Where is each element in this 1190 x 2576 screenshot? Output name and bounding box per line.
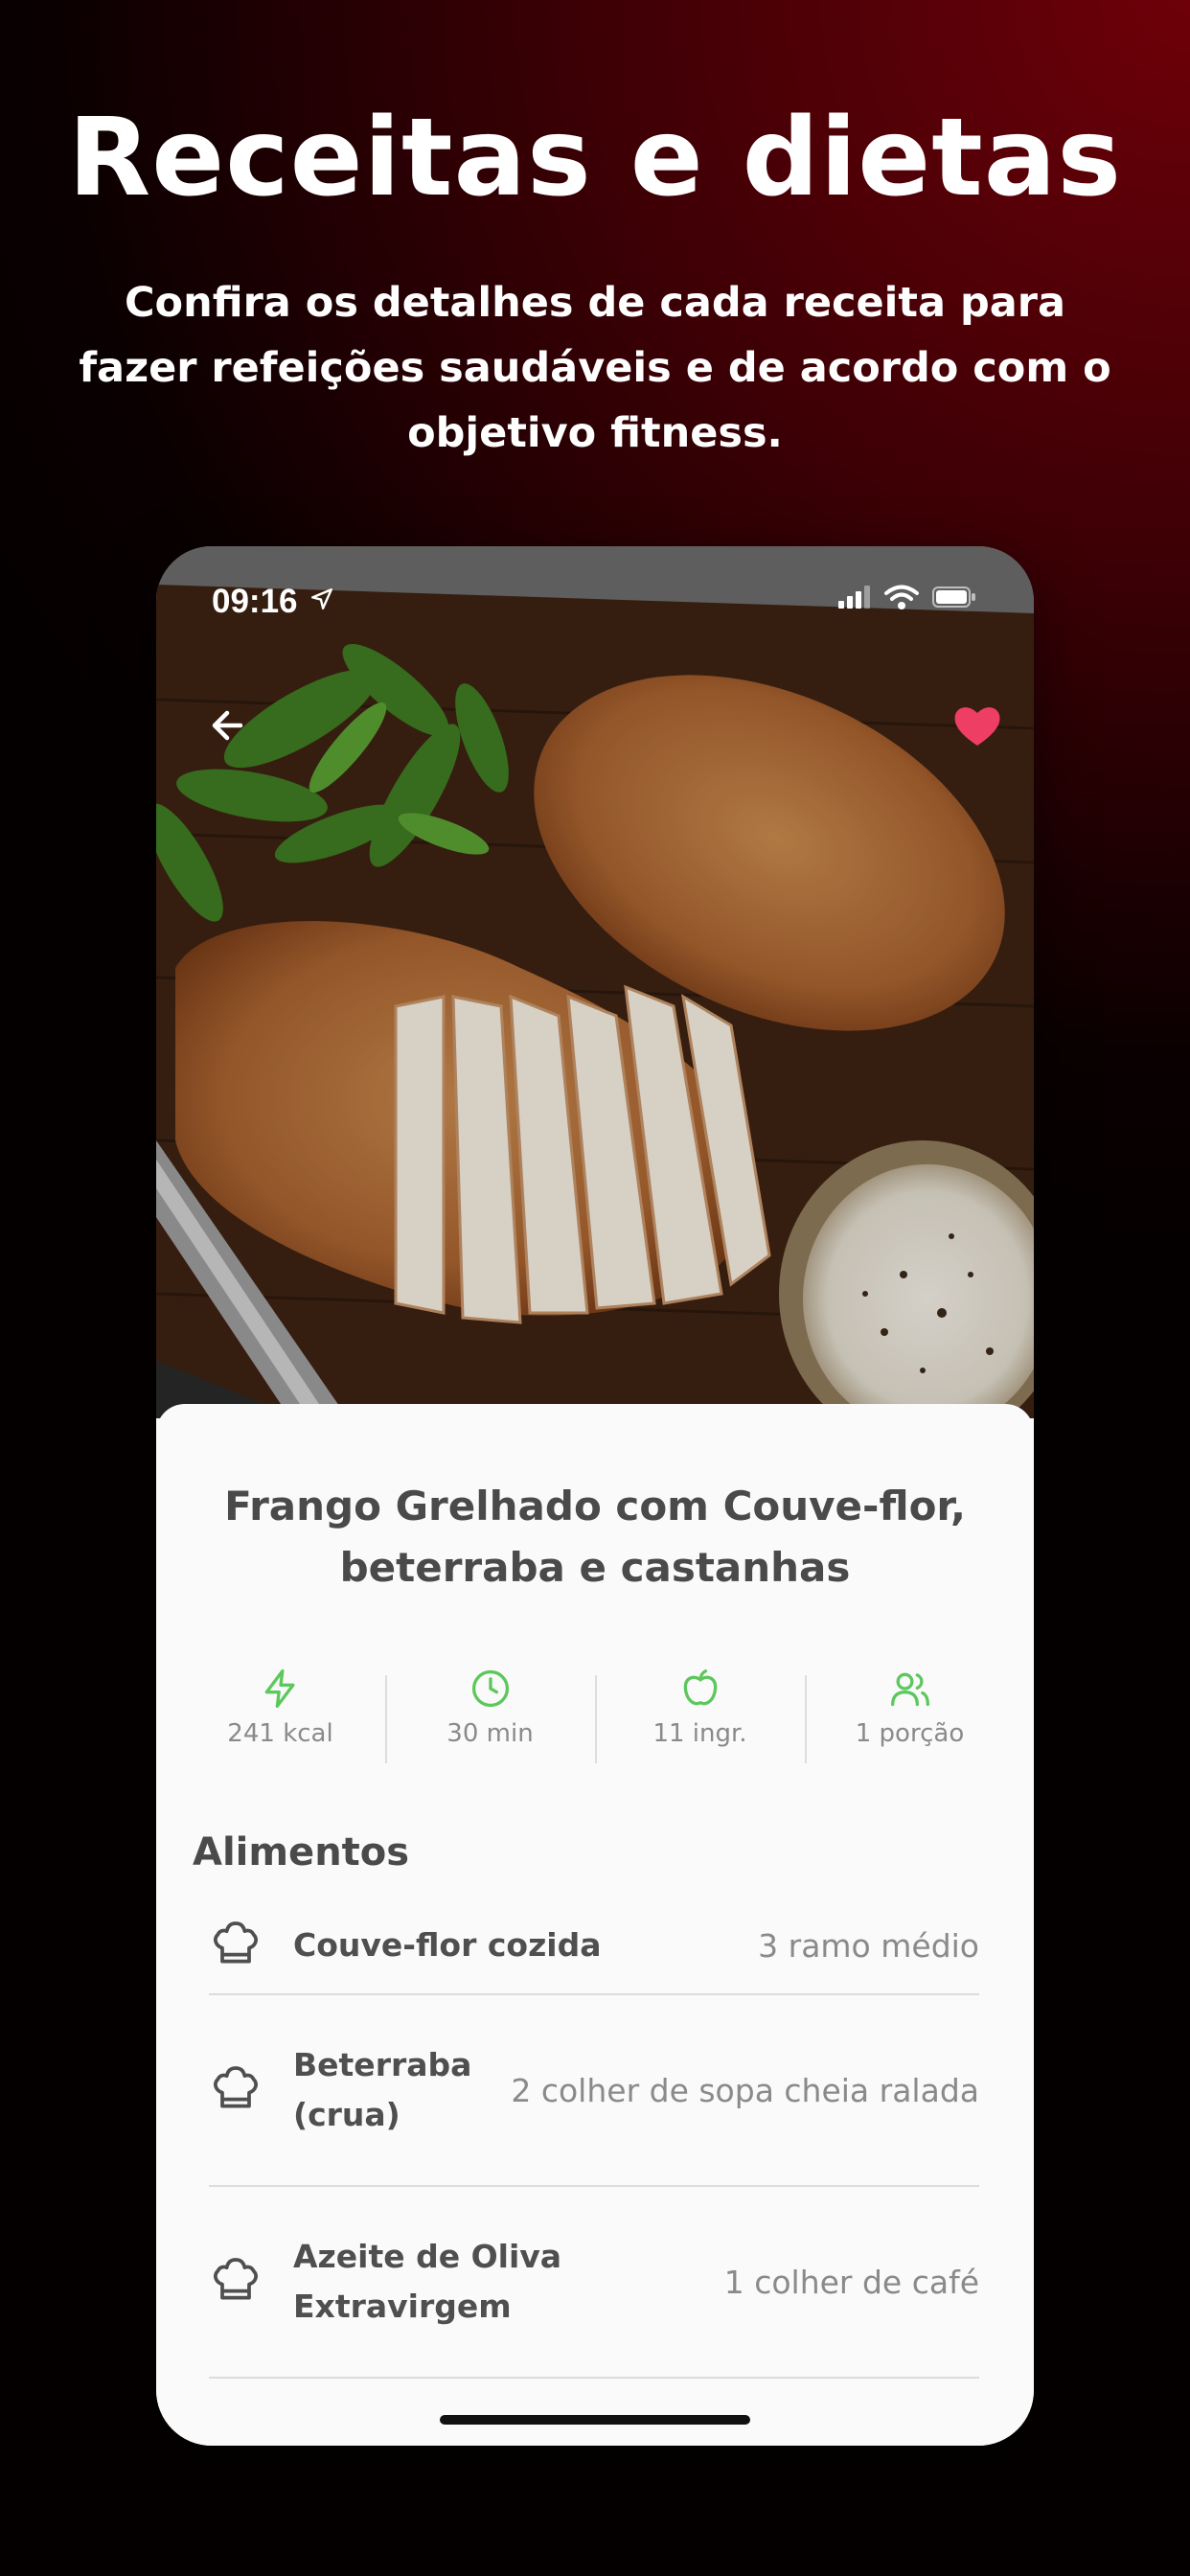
foods-section-title: Alimentos: [193, 1830, 410, 1874]
status-bar: 09:16: [156, 546, 1034, 652]
food-name: Couve-flor cozida: [293, 1926, 602, 1964]
location-arrow-icon: [309, 586, 334, 615]
arrow-left-icon: [193, 710, 263, 765]
phone-mockup: 09:16 Frango Grelhado com Couve-flor, be…: [156, 546, 1034, 2446]
status-time: 09:16: [212, 583, 298, 620]
battery-icon: [932, 586, 976, 612]
favorite-button[interactable]: [942, 690, 1013, 761]
recipe-title: Frango Grelhado com Couve-flor, beterrab…: [224, 1483, 966, 1591]
stat-ingredients: 11 ingr.: [595, 1668, 805, 1763]
lightning-icon: [175, 1668, 385, 1710]
stat-time: 30 min: [385, 1668, 595, 1763]
food-item[interactable]: Azeite de Oliva Extravirgem 1 colher de …: [209, 2187, 979, 2379]
page-subheadline: Confira os detalhes de cada receita para…: [79, 279, 1111, 457]
apple-icon: [595, 1668, 805, 1710]
home-indicator: [440, 2415, 750, 2425]
recipe-photo: [156, 546, 1034, 1418]
clock-icon: [385, 1668, 595, 1710]
food-quantity: 3 ramo médio: [758, 1926, 979, 1965]
chef-hat-icon: [209, 1917, 266, 1974]
food-quantity: 1 colher de café: [723, 2263, 979, 2301]
stat-servings-label: 1 porção: [855, 1719, 965, 1748]
back-button[interactable]: [193, 690, 263, 761]
stat-calories-label: 241 kcal: [227, 1719, 333, 1748]
recipe-stats: 241 kcal 30 min 11 ingr. 1 porção: [175, 1668, 1015, 1763]
chef-hat-icon: [209, 2253, 266, 2311]
stat-servings: 1 porção: [805, 1668, 1015, 1763]
people-icon: [805, 1668, 1015, 1710]
heart-icon: [942, 707, 1013, 765]
wifi-icon: [884, 585, 919, 613]
food-item[interactable]: Beterraba (crua) 2 colher de sopa cheia …: [209, 1995, 979, 2187]
stat-time-label: 30 min: [446, 1719, 534, 1748]
food-name: Azeite de Oliva Extravirgem: [293, 2238, 562, 2325]
stat-calories: 241 kcal: [175, 1668, 385, 1763]
chef-hat-icon: [209, 2061, 266, 2119]
food-item[interactable]: Couve-flor cozida 3 ramo médio: [209, 1898, 979, 1995]
page-headline: Receitas e dietas: [68, 96, 1122, 220]
food-quantity: 2 colher de sopa cheia ralada: [511, 2071, 979, 2109]
food-name: Beterraba (crua): [293, 2046, 472, 2133]
cellular-signal-icon: [838, 586, 871, 612]
stat-ingredients-label: 11 ingr.: [652, 1719, 747, 1748]
